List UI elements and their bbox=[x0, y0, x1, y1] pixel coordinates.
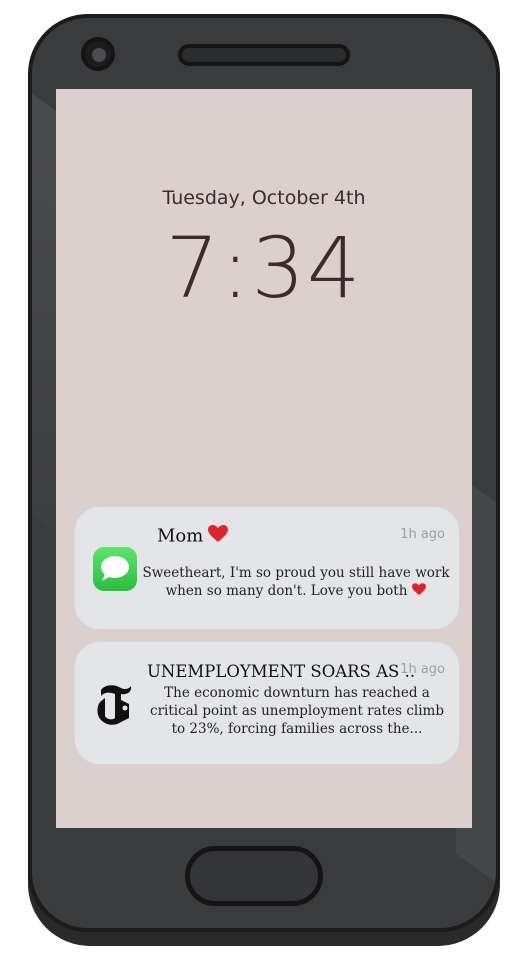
notification-messages[interactable]: Mom 1h ago Sweetheart, I'm so proud you … bbox=[74, 506, 460, 630]
notification-nyt[interactable]: UNEMPLOYMENT SOARS AS .. 1h ago The econ… bbox=[74, 641, 460, 765]
nyt-logo-icon bbox=[91, 678, 139, 730]
earpiece-speaker bbox=[178, 44, 350, 66]
lockscreen-date: Tuesday, October 4th bbox=[162, 187, 366, 209]
notification-time: 1h ago bbox=[400, 662, 445, 677]
red-heart-icon bbox=[412, 582, 427, 601]
lock-screen: Tuesday, October 4th 7:34 Mom 1h ago Swe… bbox=[56, 89, 472, 828]
notification-body: The economic downturn has reached a crit… bbox=[150, 685, 444, 737]
notification-title: UNEMPLOYMENT SOARS AS .. bbox=[147, 662, 416, 681]
home-button[interactable] bbox=[185, 846, 323, 906]
notification-time: 1h ago bbox=[400, 527, 445, 542]
lockscreen-time: 7:34 bbox=[165, 219, 363, 317]
notification-body: Sweetheart, I'm so proud you still have … bbox=[142, 565, 450, 601]
red-heart-icon bbox=[208, 525, 229, 548]
notification-title: Mom bbox=[157, 525, 229, 548]
messages-icon bbox=[93, 547, 137, 591]
front-camera-icon bbox=[81, 37, 115, 71]
